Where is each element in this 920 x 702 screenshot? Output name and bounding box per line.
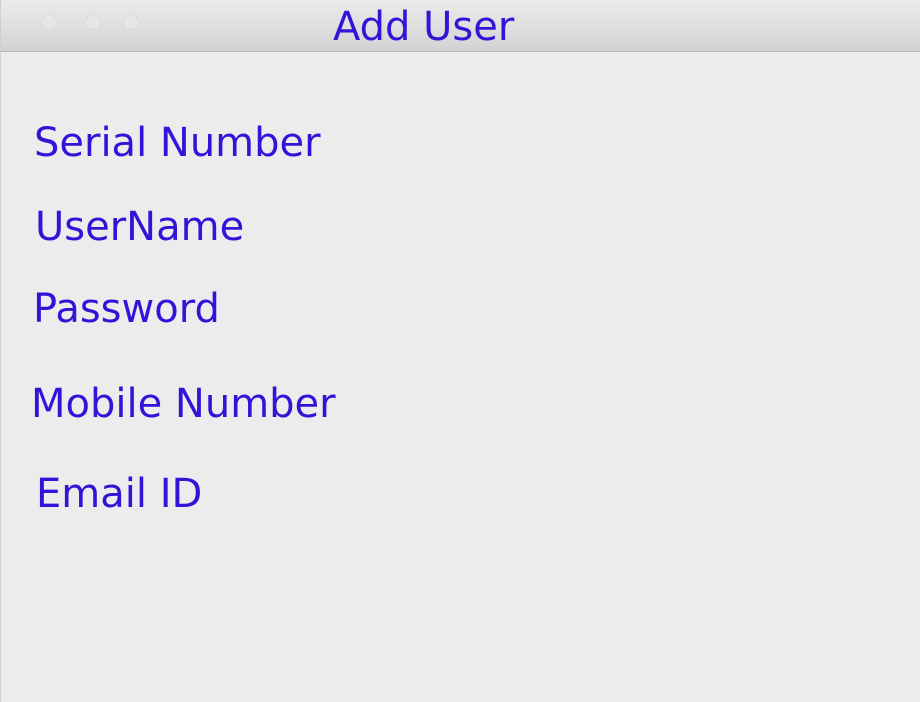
zoom-window-icon[interactable] — [123, 14, 139, 30]
minimize-window-icon[interactable] — [85, 14, 101, 30]
mobile-number-label: Mobile Number — [31, 381, 336, 427]
username-label: UserName — [35, 204, 245, 250]
title-bar[interactable]: Add User — [1, 0, 920, 52]
password-label: Password — [33, 286, 220, 332]
add-user-window: Add User Serial Number UserName Password… — [0, 0, 920, 702]
close-window-icon[interactable] — [41, 14, 57, 30]
window-title: Add User — [333, 4, 515, 50]
email-id-label: Email ID — [36, 471, 203, 517]
serial-number-label: Serial Number — [34, 120, 321, 166]
